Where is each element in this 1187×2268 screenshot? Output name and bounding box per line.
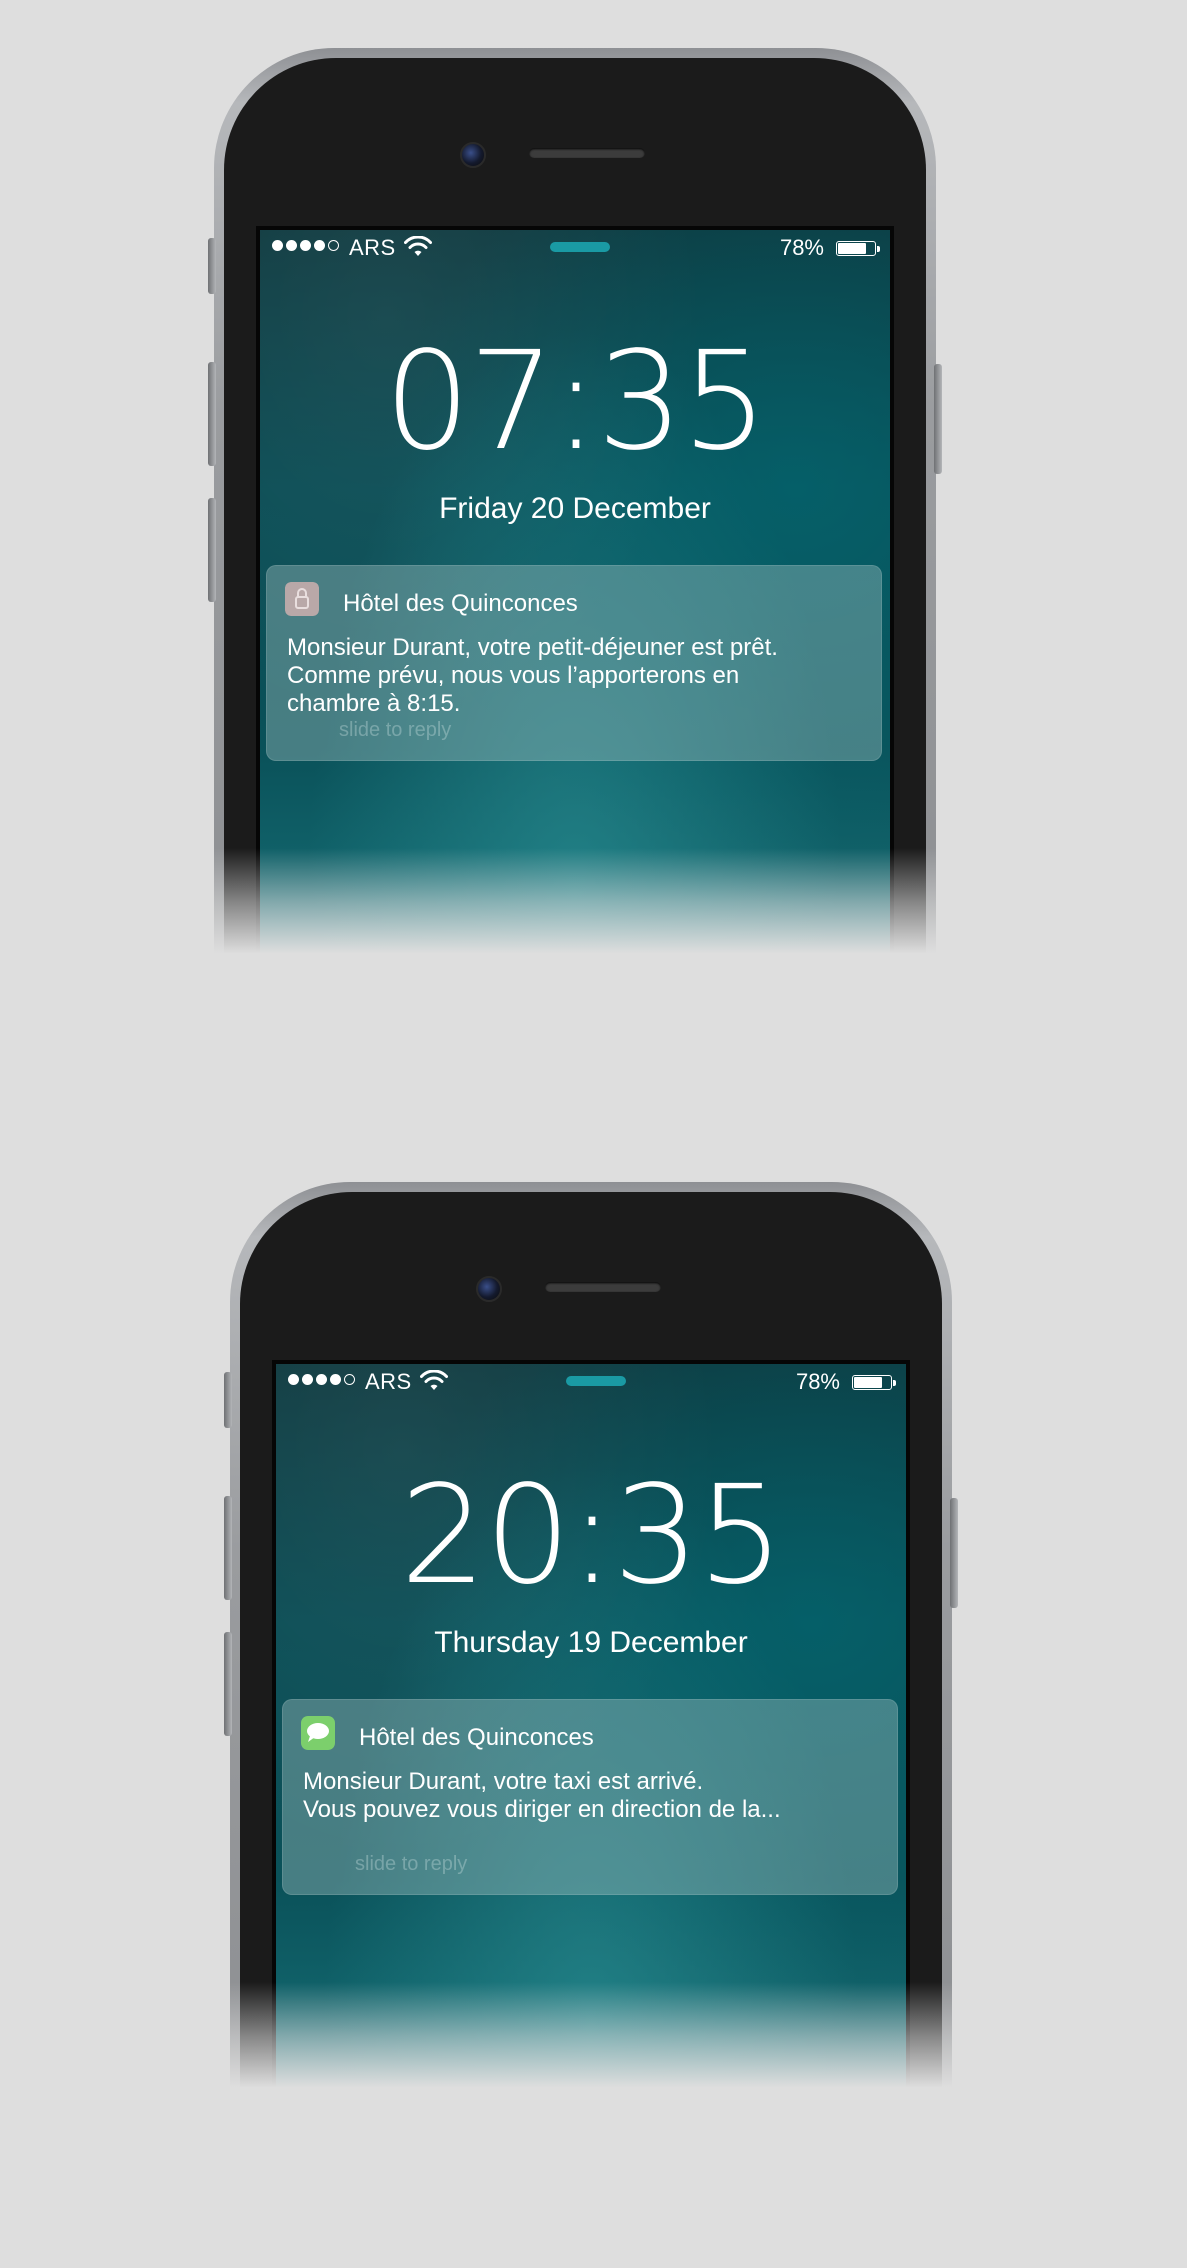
notification-line: chambre à 8:15. — [287, 690, 461, 717]
signal-strength-icon — [288, 1374, 355, 1385]
lock-icon — [285, 582, 319, 616]
notification-app-name: Hôtel des Quinconces — [359, 1724, 594, 1751]
mute-switch — [208, 238, 216, 294]
power-button — [950, 1498, 958, 1608]
wifi-icon — [420, 1370, 448, 1390]
battery-icon — [836, 241, 876, 256]
carrier-name: ARS — [349, 235, 396, 260]
phone-mockup-evening: ARS 78% 20:35 Thursday 19 December Hôtel — [210, 1182, 972, 2102]
earpiece-speaker — [529, 148, 645, 158]
battery-nub — [893, 1380, 896, 1386]
battery-nub — [877, 246, 880, 252]
lock-date: Thursday 19 December — [434, 1626, 748, 1659]
volume-down-button — [224, 1632, 232, 1736]
signal-strength-icon — [272, 240, 339, 251]
notification-line: Vous pouvez vous diriger en direction de… — [303, 1796, 781, 1823]
messages-icon — [301, 1716, 335, 1750]
front-camera — [476, 1276, 502, 1302]
battery-icon — [852, 1375, 892, 1390]
notification-card[interactable]: Hôtel des Quinconces Monsieur Durant, vo… — [282, 1699, 898, 1895]
slide-to-reply-hint[interactable]: slide to reply — [339, 719, 451, 742]
notification-message: Monsieur Durant, votre petit-déjeuner es… — [287, 634, 867, 718]
carrier-name: ARS — [365, 1369, 412, 1394]
notification-line: Monsieur Durant, votre petit-déjeuner es… — [287, 634, 778, 661]
front-camera — [460, 142, 486, 168]
notification-message: Monsieur Durant, votre taxi est arrivé. … — [303, 1768, 883, 1824]
mute-switch — [224, 1372, 232, 1428]
notification-card[interactable]: Hôtel des Quinconces Monsieur Durant, vo… — [266, 565, 882, 761]
lock-screen-handle[interactable] — [566, 1376, 626, 1386]
battery-percentage: 78% — [779, 235, 824, 260]
earpiece-speaker — [545, 1282, 661, 1292]
lock-clock: 07:35 — [384, 323, 768, 481]
lock-screen-handle[interactable] — [550, 242, 610, 252]
volume-up-button — [208, 362, 216, 466]
notification-line: Monsieur Durant, votre taxi est arrivé. — [303, 1768, 704, 1795]
wifi-icon — [404, 236, 432, 256]
notification-app-name: Hôtel des Quinconces — [343, 590, 578, 617]
volume-up-button — [224, 1496, 232, 1600]
status-bar: ARS 78% — [276, 1364, 906, 1400]
status-bar: ARS 78% — [260, 230, 890, 266]
battery-percentage: 78% — [795, 1369, 840, 1394]
volume-down-button — [208, 498, 216, 602]
slide-to-reply-hint[interactable]: slide to reply — [355, 1853, 467, 1876]
lock-clock: 20:35 — [400, 1457, 784, 1615]
phone-mockup-morning: ARS 78% 07:35 Friday 20 December Hôtel d… — [194, 48, 956, 968]
lock-screen: ARS 78% 07:35 Friday 20 December Hôtel d… — [256, 226, 894, 968]
lock-screen: ARS 78% 20:35 Thursday 19 December Hôtel — [272, 1360, 910, 2102]
power-button — [934, 364, 942, 474]
notification-line: Comme prévu, nous vous l’apporterons en — [287, 662, 740, 689]
lock-date: Friday 20 December — [439, 492, 711, 525]
